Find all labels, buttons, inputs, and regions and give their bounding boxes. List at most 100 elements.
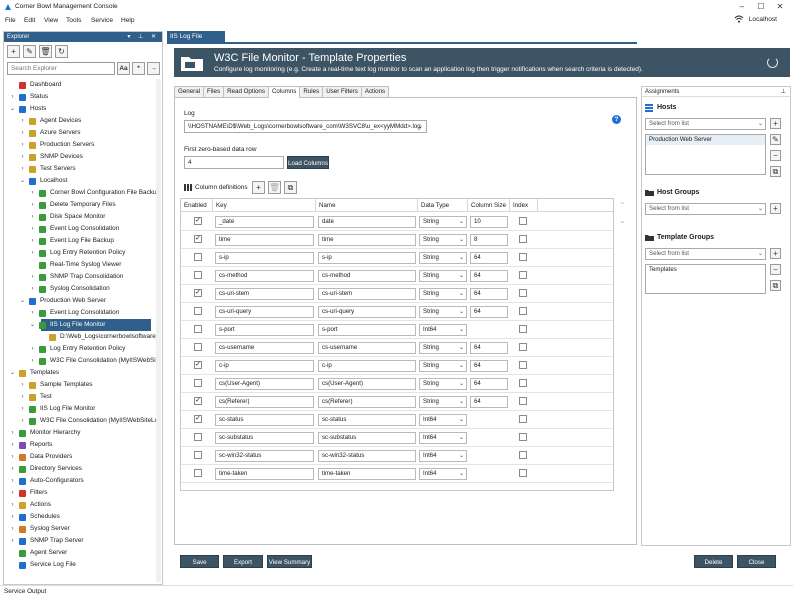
index-checkbox[interactable] xyxy=(519,451,527,459)
document-tab[interactable]: IIS Log File Monitor xyxy=(167,31,225,51)
minimize-icon[interactable]: – xyxy=(735,1,749,13)
tree-node[interactable]: › Data Providers xyxy=(5,451,155,463)
key-input[interactable]: cs(User-Agent) xyxy=(215,378,314,390)
enabled-checkbox[interactable] xyxy=(194,433,202,441)
key-input[interactable]: cs-method xyxy=(215,270,314,282)
edit-button[interactable]: ✎ xyxy=(23,45,36,58)
tree-node[interactable]: › Disk Space Monitor xyxy=(5,211,155,223)
tree-node[interactable]: › Event Log Consolidation xyxy=(5,307,155,319)
tree-node[interactable]: › Directory Services xyxy=(5,463,155,475)
service-output-label[interactable]: Service Output xyxy=(4,588,46,595)
add-host-group-button[interactable]: + xyxy=(770,203,781,214)
panel-controls[interactable]: ▾ ⊥ ✕ xyxy=(127,32,159,42)
data-type-select[interactable]: Int64 ⌄ xyxy=(419,414,467,426)
delete-button[interactable]: 🗑 xyxy=(39,45,52,58)
refresh-button[interactable]: ↻ xyxy=(55,45,68,58)
close-window-icon[interactable]: ✕ xyxy=(773,1,787,13)
tree-expander-icon[interactable]: › xyxy=(29,307,36,319)
data-type-select[interactable]: String ⌄ xyxy=(419,378,467,390)
tree-expander-icon[interactable]: › xyxy=(19,415,26,427)
name-input[interactable]: sc-win32-status xyxy=(318,450,416,462)
tree-expander-icon[interactable]: › xyxy=(19,127,26,139)
key-input[interactable]: cs-uri-stem xyxy=(215,288,314,300)
column-size-input[interactable]: 10 xyxy=(470,216,508,228)
tree-node[interactable]: ⌄ Templates xyxy=(5,367,155,379)
tree-node[interactable]: › Monitor Hierarchy xyxy=(5,427,155,439)
data-type-select[interactable]: Int64 ⌄ xyxy=(419,432,467,444)
tree-node[interactable]: › Auto-Configurators xyxy=(5,475,155,487)
enabled-checkbox[interactable]: ✓ xyxy=(194,397,202,405)
log-path-select[interactable]: \\HOSTNAME\D$\Web_Logs\cornerbowlsoftwar… xyxy=(184,120,427,133)
column-size-input[interactable]: 64 xyxy=(470,342,508,354)
name-input[interactable]: cs(Referer) xyxy=(318,396,416,408)
name-input[interactable]: s-port xyxy=(318,324,416,336)
tree-expander-icon[interactable]: ⌄ xyxy=(9,367,16,379)
enabled-checkbox[interactable] xyxy=(194,253,202,261)
data-type-select[interactable]: String ⌄ xyxy=(419,234,467,246)
header-enabled[interactable]: Enabled xyxy=(181,199,213,212)
tree-node[interactable]: › IIS Log File Monitor xyxy=(5,403,155,415)
column-size-input[interactable]: 64 xyxy=(470,360,508,372)
menu-service[interactable]: Service xyxy=(91,17,113,24)
wildcard-button[interactable]: * xyxy=(132,62,145,75)
tree-expander-icon[interactable]: › xyxy=(29,247,36,259)
add-template-group-button[interactable]: + xyxy=(770,248,781,259)
enabled-checkbox[interactable]: ✓ xyxy=(194,289,202,297)
hosts-select[interactable]: Select from list ⌄ xyxy=(645,118,766,130)
add-host-button[interactable]: + xyxy=(770,118,781,129)
key-input[interactable]: cs(Referer) xyxy=(215,396,314,408)
tree-node[interactable]: › W3C File Consolidation (MyIISWebSiteLog… xyxy=(5,415,161,427)
move-down-icon[interactable]: ⌄ xyxy=(619,216,626,225)
index-checkbox[interactable] xyxy=(519,235,527,243)
name-input[interactable]: date xyxy=(318,216,416,228)
list-item[interactable]: Templates xyxy=(646,265,765,275)
copy-template-group-button[interactable]: ⧉ xyxy=(770,280,781,291)
tree-expander-icon[interactable]: › xyxy=(29,211,36,223)
tree-expander-icon[interactable]: › xyxy=(19,151,26,163)
remove-template-group-button[interactable]: − xyxy=(770,264,781,275)
data-type-select[interactable]: String ⌄ xyxy=(419,306,467,318)
tree-node[interactable]: › Corner Bowl Configuration File Backup xyxy=(5,187,160,199)
index-checkbox[interactable] xyxy=(519,469,527,477)
tab-files[interactable]: Files xyxy=(203,86,225,97)
tree-expander-icon[interactable]: › xyxy=(19,391,26,403)
tree-node[interactable]: D:\Web_Logs\cornerbowlsoftware_c xyxy=(5,331,161,343)
menu-tools[interactable]: Tools xyxy=(66,17,81,24)
tree-node[interactable]: Dashboard xyxy=(5,79,155,91)
column-size-input[interactable]: 8 xyxy=(470,234,508,246)
tab-actions[interactable]: Actions xyxy=(360,86,390,97)
tree-expander-icon[interactable]: › xyxy=(9,487,16,499)
tree-expander-icon[interactable]: › xyxy=(19,403,26,415)
enabled-checkbox[interactable]: ✓ xyxy=(194,415,202,423)
index-checkbox[interactable] xyxy=(519,253,527,261)
tab-rules[interactable]: Rules xyxy=(299,86,324,97)
move-up-icon[interactable]: ⌃ xyxy=(619,201,626,210)
template-groups-select[interactable]: Select from list ⌄ xyxy=(645,248,766,260)
tree-node[interactable]: › Schedules xyxy=(5,511,155,523)
tab-read-options[interactable]: Read Options xyxy=(223,86,269,97)
tree-node[interactable]: › Reports xyxy=(5,439,155,451)
tree-expander-icon[interactable]: › xyxy=(9,91,16,103)
menu-view[interactable]: View xyxy=(44,17,58,24)
tree-node[interactable]: › SNMP Devices xyxy=(5,151,155,163)
name-input[interactable]: sc-substatus xyxy=(318,432,416,444)
tree-expander-icon[interactable]: ⌄ xyxy=(19,175,26,187)
search-go-button[interactable]: → xyxy=(147,62,160,75)
close-button[interactable]: Close xyxy=(737,555,776,568)
tree-node[interactable]: › Syslog Server xyxy=(5,523,155,535)
tree-expander-icon[interactable]: › xyxy=(19,115,26,127)
load-columns-button[interactable]: Load Columns xyxy=(287,156,329,169)
key-input[interactable]: c-ip xyxy=(215,360,314,372)
header-column-size[interactable]: Column Size xyxy=(468,199,510,212)
name-input[interactable]: s-ip xyxy=(318,252,416,264)
tree-expander-icon[interactable]: › xyxy=(9,499,16,511)
view-summary-button[interactable]: View Summary xyxy=(267,555,312,568)
data-type-select[interactable]: Int64 ⌄ xyxy=(419,450,467,462)
enabled-checkbox[interactable] xyxy=(194,451,202,459)
tree-node[interactable]: › Status xyxy=(5,91,155,103)
header-key[interactable]: Key xyxy=(213,199,316,212)
index-checkbox[interactable] xyxy=(519,307,527,315)
menu-edit[interactable]: Edit xyxy=(24,17,35,24)
tree-expander-icon[interactable]: › xyxy=(9,427,16,439)
list-item[interactable]: Production Web Server xyxy=(646,135,765,145)
